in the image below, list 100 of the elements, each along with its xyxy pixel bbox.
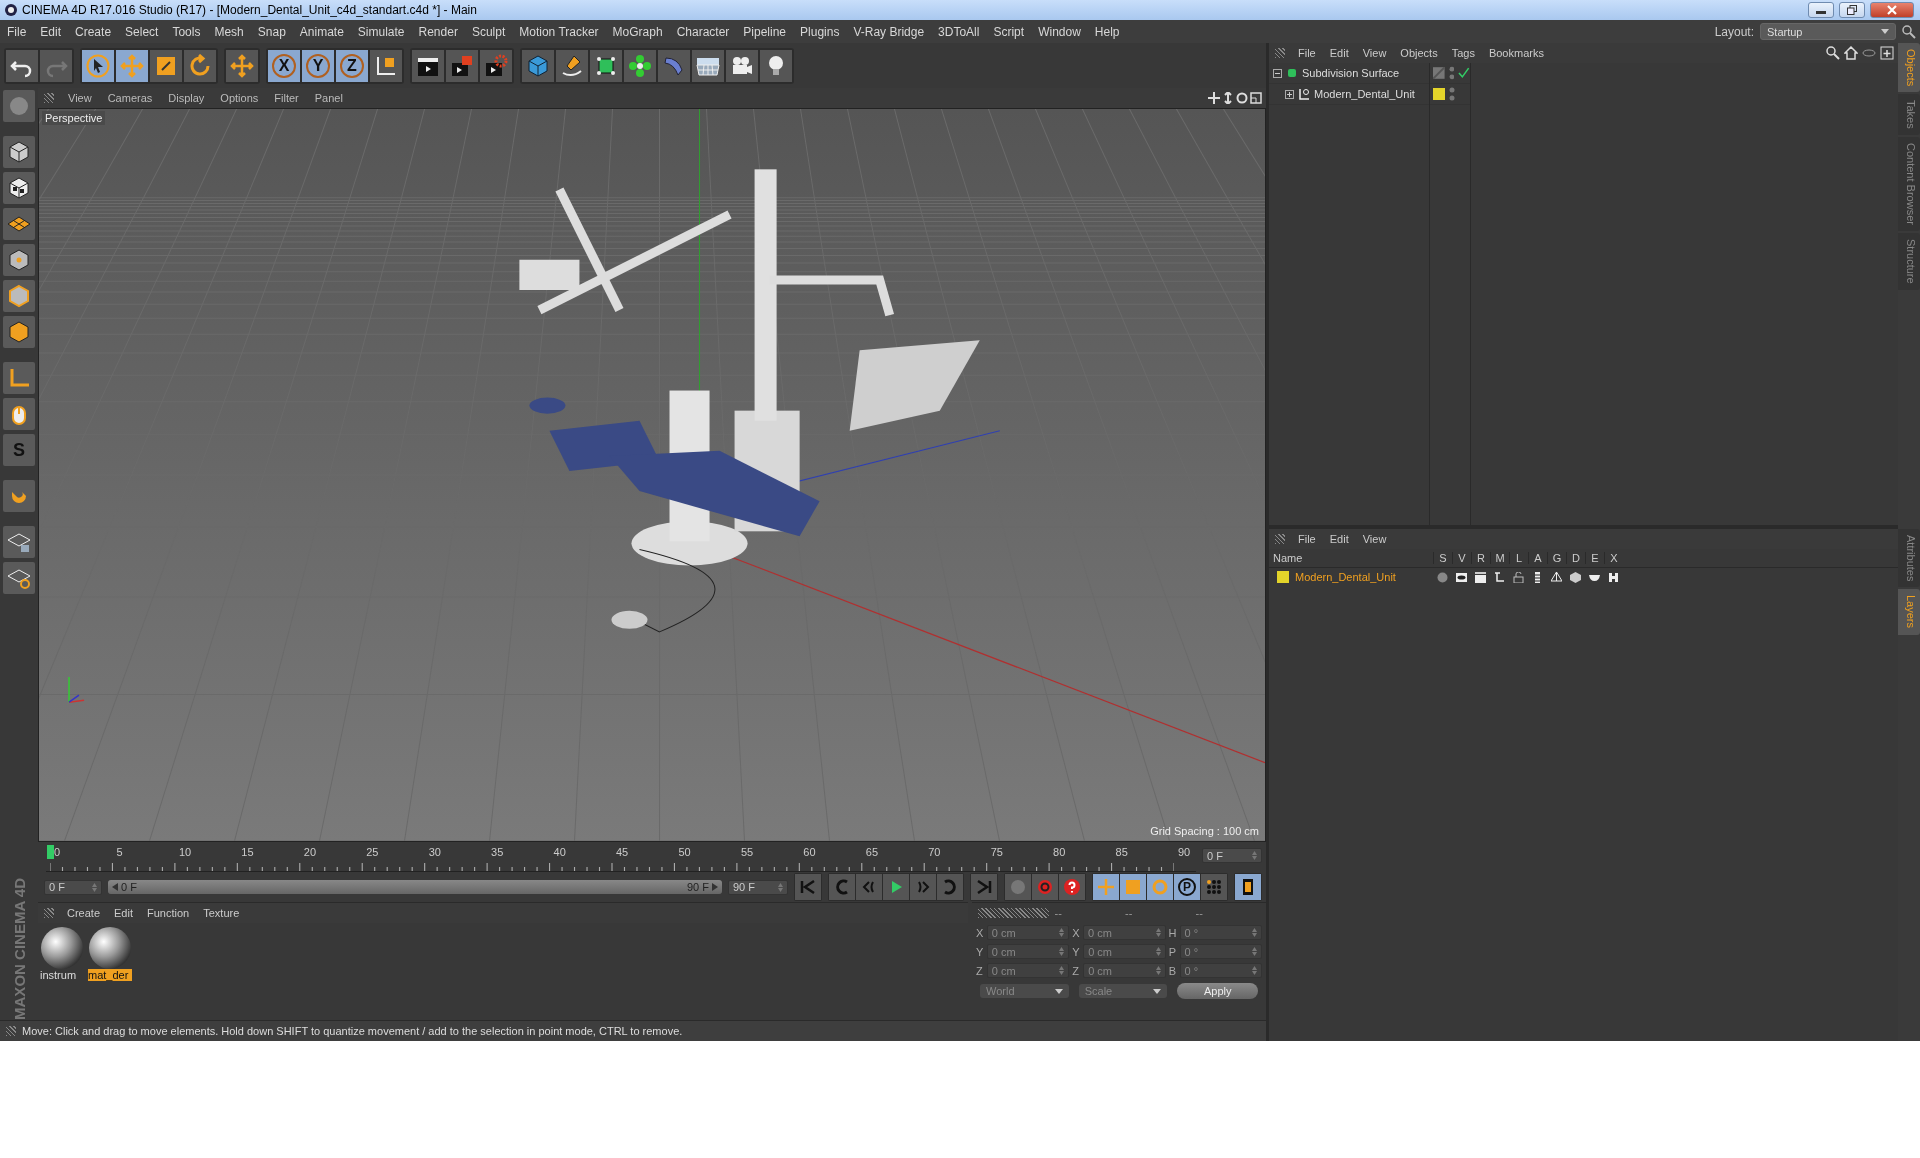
arrows-icon[interactable] <box>1222 92 1234 104</box>
collapse-icon[interactable] <box>1273 68 1282 78</box>
search-icon[interactable] <box>1902 24 1916 39</box>
rotate-icon[interactable] <box>1236 92 1248 104</box>
spinner-icon[interactable] <box>1251 928 1257 937</box>
layers-menu-item[interactable]: File <box>1291 533 1323 545</box>
side-tab[interactable]: Objects <box>1898 43 1920 93</box>
spinner-icon[interactable] <box>1252 947 1258 956</box>
spinner-icon[interactable] <box>1155 966 1161 975</box>
grip-handle[interactable] <box>6 1026 16 1036</box>
layout-dropdown[interactable]: Startup <box>1760 23 1896 40</box>
dot-grid-icon[interactable] <box>1205 878 1223 896</box>
cube-icon[interactable] <box>526 53 550 78</box>
object-name[interactable]: Subdivision Surface <box>1302 67 1400 79</box>
spinner-icon[interactable] <box>1059 928 1065 937</box>
objects-menu-item[interactable]: Tags <box>1444 47 1482 59</box>
dot-icon[interactable] <box>1437 571 1448 583</box>
expand-icon[interactable] <box>1285 89 1294 99</box>
render-icon[interactable] <box>450 53 474 78</box>
window-icon[interactable] <box>1250 92 1262 104</box>
menu-item[interactable]: Window <box>1031 24 1088 39</box>
object-name[interactable]: Modern_Dental_Unit <box>1314 88 1415 100</box>
column-header[interactable]: G <box>1547 552 1566 564</box>
grip-handle[interactable] <box>1275 48 1285 58</box>
pen-icon[interactable] <box>560 53 584 78</box>
column-header[interactable]: X <box>1604 552 1623 564</box>
clapperboard-icon[interactable] <box>1475 571 1486 583</box>
edges-mode-button[interactable] <box>3 280 35 312</box>
hierarchy-icon[interactable] <box>1494 571 1505 583</box>
objects-menu-item[interactable]: Edit <box>1322 47 1356 59</box>
spheres-icon[interactable] <box>628 53 652 78</box>
move-icon[interactable] <box>230 53 254 78</box>
spinner-icon[interactable] <box>1059 947 1065 956</box>
menu-item[interactable]: Script <box>986 24 1032 39</box>
column-header[interactable]: M <box>1490 552 1509 564</box>
minimize-button[interactable] <box>1808 2 1834 18</box>
menu-item[interactable]: Snap <box>250 24 293 39</box>
workplane-button[interactable] <box>3 208 35 240</box>
objects-menu-item[interactable]: Bookmarks <box>1481 47 1551 59</box>
layers-menu-item[interactable]: View <box>1355 533 1394 545</box>
go-to-end-icon[interactable] <box>975 878 993 896</box>
viewport-menu-item[interactable]: Cameras <box>99 92 161 104</box>
menu-item[interactable]: 3DToAll <box>931 24 987 39</box>
grip-handle[interactable] <box>978 908 1049 918</box>
side-tab[interactable]: Content Browser <box>1898 137 1920 231</box>
viewport-menu-item[interactable]: Options <box>212 92 267 104</box>
menu-item[interactable]: Sculpt <box>464 24 513 39</box>
go-to-start-icon[interactable] <box>799 878 817 896</box>
workplane-snap-button[interactable] <box>3 562 35 594</box>
menu-item[interactable]: Mesh <box>207 24 251 39</box>
layer-name[interactable]: Modern_Dental_Unit <box>1295 571 1396 583</box>
viewport-menu-item[interactable]: Panel <box>306 92 351 104</box>
help-icon[interactable] <box>1063 878 1081 896</box>
axis-lock-button[interactable]: X <box>272 53 296 78</box>
objects-menu-item[interactable]: View <box>1355 47 1394 59</box>
axis-mode-button[interactable] <box>3 362 35 394</box>
record-icon[interactable] <box>1036 878 1054 896</box>
column-header[interactable]: E <box>1585 552 1604 564</box>
grip-handle[interactable] <box>1275 534 1285 544</box>
end-frame-field[interactable]: 90 F <box>728 879 788 895</box>
playhead-marker[interactable] <box>47 845 54 859</box>
column-header[interactable]: Name <box>1269 552 1433 564</box>
left-arrow-icon[interactable] <box>112 883 118 891</box>
padlock-icon[interactable] <box>1513 571 1524 583</box>
cursor-icon[interactable] <box>86 53 110 78</box>
menu-item[interactable]: Simulate <box>350 24 412 39</box>
material-preview[interactable] <box>89 927 131 969</box>
material-menu-item[interactable]: Texture <box>196 907 247 919</box>
menu-item[interactable]: V-Ray Bridge <box>846 24 932 39</box>
layer-color-swatch[interactable] <box>1433 88 1445 100</box>
points-mode-button[interactable] <box>3 244 35 276</box>
menu-item[interactable]: File <box>0 24 34 39</box>
material-name[interactable]: instrum <box>40 969 84 981</box>
magnet-button[interactable] <box>3 480 35 512</box>
locked-workplane-button[interactable] <box>3 526 35 558</box>
menu-item[interactable]: Motion Tracker <box>512 24 606 39</box>
objects-menu-item[interactable]: File <box>1291 47 1323 59</box>
cube-icon[interactable] <box>1570 571 1581 583</box>
column-header[interactable]: S <box>1433 552 1452 564</box>
right-arrow-icon[interactable] <box>712 883 718 891</box>
spinner-icon[interactable] <box>1059 966 1065 975</box>
objects-menu-item[interactable]: Objects <box>1393 47 1445 59</box>
close-button[interactable] <box>1870 2 1914 18</box>
column-header[interactable]: A <box>1528 552 1547 564</box>
material-menu-item[interactable]: Edit <box>107 907 140 919</box>
material-name[interactable]: mat_der <box>88 969 132 981</box>
maximize-button[interactable] <box>1839 2 1865 18</box>
viewport-menu-item[interactable]: Display <box>160 92 213 104</box>
polygons-mode-button[interactable] <box>3 316 35 348</box>
menu-item[interactable]: Render <box>411 24 465 39</box>
side-tab[interactable]: Takes <box>1898 94 1920 136</box>
tweak-mode-button[interactable] <box>3 398 35 430</box>
menu-item[interactable]: Tools <box>165 24 208 39</box>
timeline-ruler[interactable]: 0 5 10 15 20 25 30 35 40 45 50 55 60 65 70 75 80 85 90 <box>46 844 1196 872</box>
render-settings-icon[interactable] <box>484 53 508 78</box>
menu-item[interactable]: MoGraph <box>605 24 670 39</box>
texture-mode-button[interactable] <box>3 172 35 204</box>
rotate-icon[interactable] <box>188 53 212 78</box>
menu-item[interactable]: Plugins <box>793 24 847 39</box>
viewport-menu-item[interactable]: Filter <box>266 92 307 104</box>
